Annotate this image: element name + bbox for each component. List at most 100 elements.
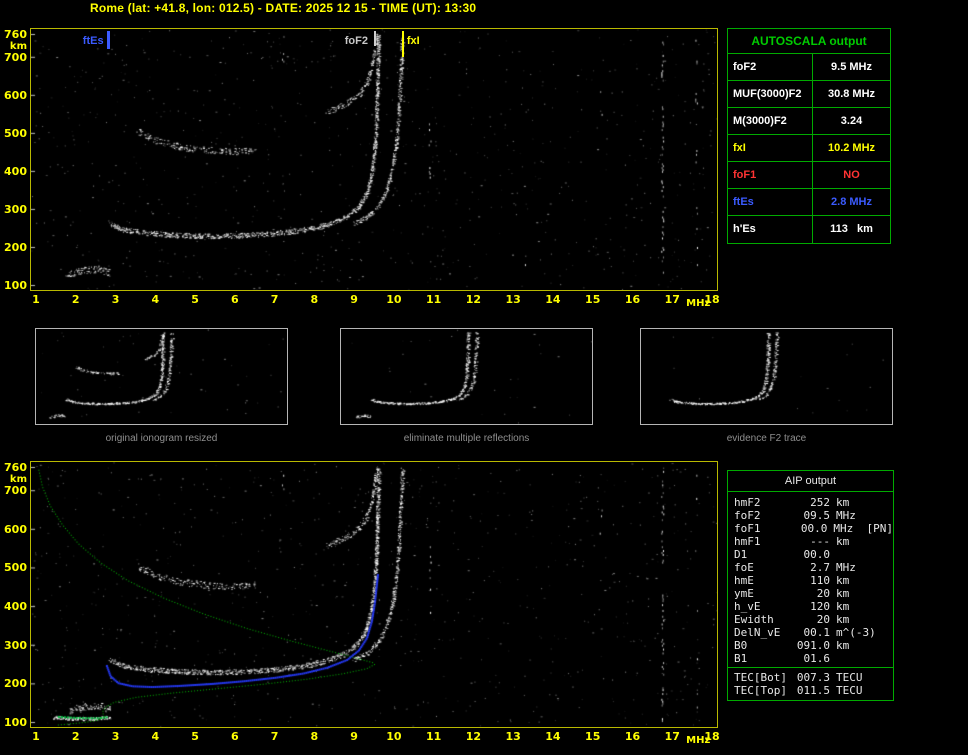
x-axis-tick-2: 2 <box>66 293 86 306</box>
autoscala-output-panel: AUTOSCALA output foF29.5 MHzMUF(3000)F23… <box>727 28 891 244</box>
x-axis-tick-8: 8 <box>304 730 324 743</box>
y-axis-tick-300: 300 <box>0 639 27 652</box>
autoscala-param-value: 30.8 MHz <box>813 81 890 107</box>
aip-unit: TECU <box>836 671 868 684</box>
x-axis-tick-4: 4 <box>145 730 165 743</box>
thumbnail-original-ionogram <box>35 328 288 425</box>
y-axis-tick-200: 200 <box>0 677 27 690</box>
y-axis-tick-700: 700 <box>0 51 27 64</box>
aip-name: TEC[Bot] <box>734 671 794 684</box>
x-axis-tick-2: 2 <box>66 730 86 743</box>
x-axis-unit: MHz <box>686 298 710 309</box>
aip-unit: km <box>836 613 868 626</box>
aip-value: 091.0 <box>794 639 836 652</box>
y-axis-tick-700: 700 <box>0 484 27 497</box>
aip-extra: [PN] <box>865 522 894 535</box>
aip-extra <box>868 652 870 665</box>
y-axis-tick-400: 400 <box>0 600 27 613</box>
y-axis-tick-760: 760 <box>0 28 27 41</box>
x-axis-tick-1: 1 <box>26 293 46 306</box>
autoscala-row-M(3000)F2: M(3000)F23.24 <box>728 108 890 135</box>
fof2-marker-label: foF2 <box>336 35 368 47</box>
aip-value: 110 <box>794 574 836 587</box>
aip-name: foF1 <box>734 522 792 535</box>
aip-extra <box>868 548 870 561</box>
x-axis-tick-3: 3 <box>106 730 126 743</box>
thumbnail-caption-f2-trace: evidence F2 trace <box>640 433 893 444</box>
ftes-marker-label: ftEs <box>72 35 104 47</box>
autoscala-row-ftEs: ftEs2.8 MHz <box>728 189 890 216</box>
aip-title: AIP output <box>728 471 893 492</box>
autoscala-row-h'Es: h'Es113 km <box>728 216 890 243</box>
aip-value: 007.3 <box>794 671 836 684</box>
x-axis-tick-1: 1 <box>26 730 46 743</box>
x-axis-tick-6: 6 <box>225 730 245 743</box>
x-axis-tick-3: 3 <box>106 293 126 306</box>
aip-name: Ewidth <box>734 613 794 626</box>
station-title: Rome (lat: +41.8, lon: 012.5) - DATE: 20… <box>90 1 476 15</box>
aip-value: --- <box>794 535 836 548</box>
aip-value: 00.1 <box>794 626 836 639</box>
profile-ionogram-plot <box>30 461 718 728</box>
aip-unit: km <box>836 535 868 548</box>
autoscala-param-name: foF2 <box>728 54 813 80</box>
y-axis-tick-300: 300 <box>0 203 27 216</box>
aip-extra <box>868 684 870 697</box>
x-axis-unit: MHz <box>686 735 710 746</box>
x-axis-tick-10: 10 <box>384 293 404 306</box>
autoscala-row-foF2: foF29.5 MHz <box>728 54 890 81</box>
aip-row-hmF1: hmF1---km <box>734 535 893 548</box>
autoscala-param-name: fxI <box>728 135 813 161</box>
y-axis-tick-200: 200 <box>0 241 27 254</box>
x-axis-tick-8: 8 <box>304 293 324 306</box>
aip-extra <box>868 587 870 600</box>
x-axis-tick-17: 17 <box>662 730 682 743</box>
autoscala-param-value: 10.2 MHz <box>813 135 890 161</box>
x-axis-tick-15: 15 <box>583 730 603 743</box>
x-axis-tick-5: 5 <box>185 730 205 743</box>
aip-name: ymE <box>734 587 794 600</box>
profile-ionogram-canvas <box>31 462 717 727</box>
aip-extra <box>868 671 870 684</box>
y-axis-tick-600: 600 <box>0 523 27 536</box>
aip-name: B0 <box>734 639 794 652</box>
autoscala-title: AUTOSCALA output <box>728 29 890 54</box>
x-axis-tick-11: 11 <box>424 293 444 306</box>
aip-value: 09.5 <box>794 509 836 522</box>
autoscala-param-name: MUF(3000)F2 <box>728 81 813 107</box>
y-axis-tick-100: 100 <box>0 716 27 729</box>
aip-name: hmE <box>734 574 794 587</box>
y-axis-tick-760: 760 <box>0 461 27 474</box>
aip-extra <box>868 496 870 509</box>
aip-unit <box>836 548 868 561</box>
x-axis-tick-7: 7 <box>265 730 285 743</box>
x-axis-tick-17: 17 <box>662 293 682 306</box>
autoscala-row-foF1: foF1NO <box>728 162 890 189</box>
autoscala-param-value: NO <box>813 162 890 188</box>
y-axis-tick-500: 500 <box>0 561 27 574</box>
autoscala-row-MUF(3000)F2: MUF(3000)F230.8 MHz <box>728 81 890 108</box>
autoscala-param-name: foF1 <box>728 162 813 188</box>
aip-value: 00.0 <box>792 522 833 535</box>
scaled-ionogram-canvas <box>31 29 717 290</box>
aip-output-panel: AIP output hmF2252kmfoF209.5MHzfoF100.0M… <box>727 470 894 701</box>
aip-unit <box>836 652 868 665</box>
autoscala-param-name: M(3000)F2 <box>728 108 813 134</box>
aip-row-foF2: foF209.5MHz <box>734 509 893 522</box>
aip-unit: m^(-3) <box>836 626 868 639</box>
x-axis-tick-16: 16 <box>622 730 642 743</box>
aip-unit: km <box>836 600 868 613</box>
x-axis-tick-12: 12 <box>463 293 483 306</box>
aip-name: hmF2 <box>734 496 794 509</box>
ionogram-workspace: Rome (lat: +41.8, lon: 012.5) - DATE: 20… <box>0 0 968 755</box>
aip-name: D1 <box>734 548 794 561</box>
aip-extra <box>868 639 870 652</box>
aip-row-hmE: hmE110km <box>734 574 893 587</box>
aip-name: foF2 <box>734 509 794 522</box>
aip-value: 01.6 <box>794 652 836 665</box>
x-axis-tick-16: 16 <box>622 293 642 306</box>
x-axis-tick-10: 10 <box>384 730 404 743</box>
autoscala-param-name: h'Es <box>728 216 813 243</box>
autoscala-param-value: 113 km <box>813 216 890 243</box>
fxi-marker-line <box>402 31 404 57</box>
